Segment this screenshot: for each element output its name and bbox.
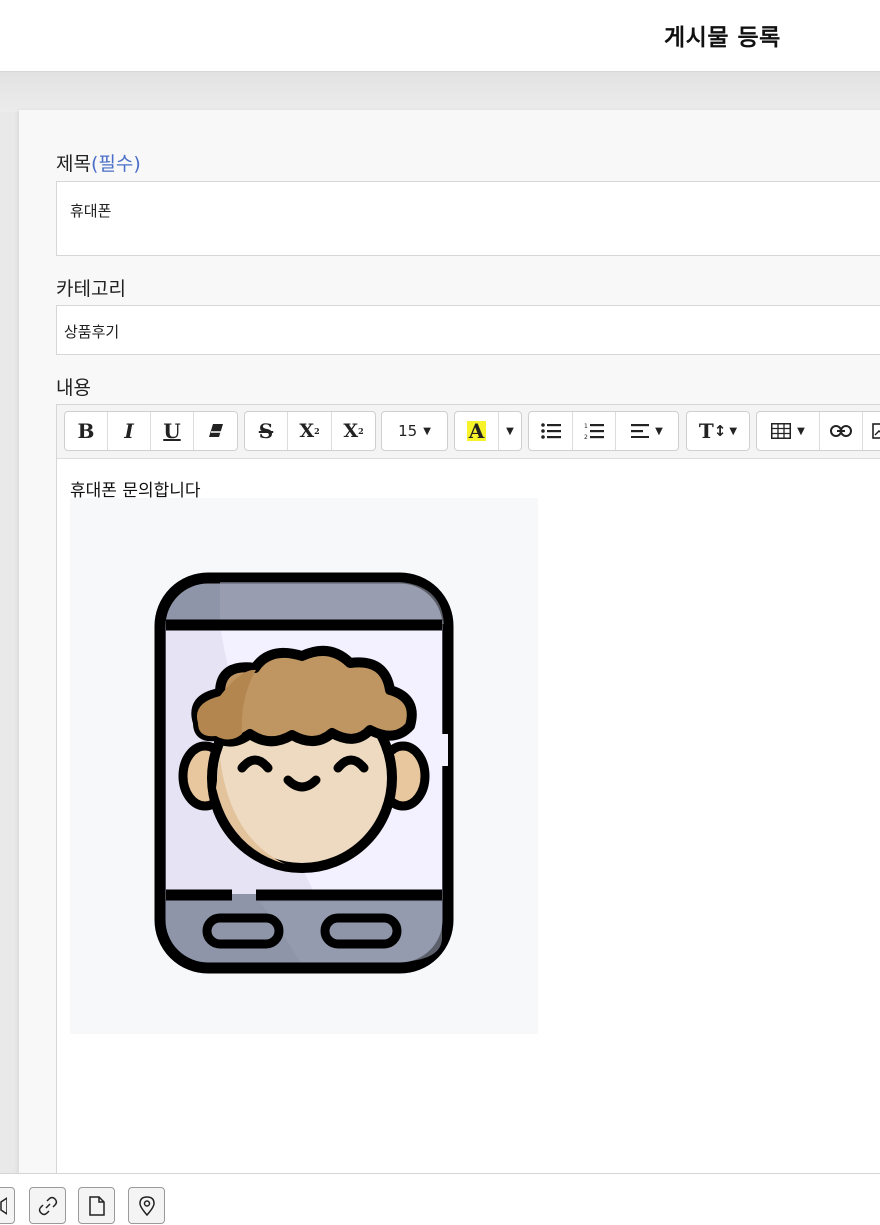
- editor-toolbar: B I U S X 2 X 2 15 ▼ A ▼ 1 2 ▼ T ↕ ▼ ▼: [57, 405, 880, 459]
- superscript-icon: X: [299, 420, 315, 442]
- category-label: 카테고리: [56, 278, 126, 300]
- location-pin-icon: [138, 1195, 155, 1216]
- superscript-button[interactable]: X2: [288, 412, 332, 450]
- svg-text:1: 1: [584, 423, 588, 430]
- subscript-button[interactable]: X2: [332, 412, 375, 450]
- link-icon: [830, 425, 852, 437]
- page-title: 게시물 등록: [664, 25, 781, 51]
- audio-icon: [0, 1196, 7, 1215]
- font-size-value: 15: [398, 422, 418, 440]
- italic-icon: I: [124, 419, 134, 443]
- bold-button[interactable]: B: [65, 412, 108, 450]
- insert-group: ▼: [756, 411, 880, 451]
- content-label: 내용: [56, 377, 91, 399]
- format-group: B I U: [64, 411, 238, 451]
- title-input-value: 휴대폰: [70, 202, 112, 220]
- image-button[interactable]: [863, 412, 880, 450]
- italic-button[interactable]: I: [108, 412, 151, 450]
- attach-file-button[interactable]: [78, 1187, 115, 1224]
- category-select[interactable]: 상품후기: [56, 305, 880, 355]
- title-label-text: 제목: [56, 153, 91, 175]
- table-icon: [771, 423, 792, 439]
- chevron-down-icon: ▼: [423, 425, 431, 437]
- page-header: 게시물 등록: [0, 0, 880, 72]
- subscript-icon: X: [343, 420, 359, 442]
- table-button[interactable]: ▼: [757, 412, 820, 450]
- bold-icon: B: [77, 419, 95, 443]
- text-size-icon: T: [698, 419, 714, 443]
- rich-text-editor: B I U S X 2 X 2 15 ▼ A ▼ 1 2 ▼ T ↕ ▼ ▼ 휴…: [56, 404, 880, 1194]
- font-color-group: A ▼: [454, 411, 522, 451]
- bullet-list-button[interactable]: [529, 412, 573, 450]
- link-button[interactable]: [820, 412, 863, 450]
- attachment-bar: [0, 1173, 880, 1225]
- numbered-list-icon: 1 2: [584, 423, 604, 440]
- align-select[interactable]: ▼: [616, 412, 678, 450]
- audio-button[interactable]: [0, 1187, 15, 1224]
- underline-icon: U: [163, 419, 181, 443]
- line-height-select[interactable]: T ↕ ▼: [687, 412, 749, 450]
- align-icon: [631, 424, 650, 438]
- bullet-list-icon: [540, 423, 561, 439]
- required-marker: (필수): [90, 153, 141, 175]
- font-color-icon: A: [466, 419, 487, 443]
- inserted-image[interactable]: [70, 498, 538, 1034]
- category-select-value: 상품후기: [64, 323, 120, 341]
- eraser-icon: [208, 424, 223, 437]
- chevron-down-icon: ▼: [506, 425, 514, 437]
- image-icon: [872, 423, 880, 439]
- header-spacer: [0, 72, 880, 112]
- attach-location-button[interactable]: [128, 1187, 165, 1224]
- post-register-page: 게시물 등록 제목(필수) 휴대폰 카테고리 상품후기 내용 B I U S X…: [0, 0, 880, 1225]
- script-group: S X2 X2: [244, 411, 376, 451]
- link-icon: [38, 1196, 57, 1215]
- numbered-list-button[interactable]: 1 2: [573, 412, 616, 450]
- font-color-dropdown[interactable]: ▼: [499, 412, 521, 450]
- strikethrough-icon: S: [258, 419, 274, 443]
- clear-format-button[interactable]: [194, 412, 237, 450]
- phone-character-image: [154, 572, 454, 974]
- font-size-group: 15 ▼: [381, 411, 448, 451]
- text-size-group: T ↕ ▼: [686, 411, 750, 451]
- underline-button[interactable]: U: [151, 412, 194, 450]
- attach-link-button[interactable]: [29, 1187, 66, 1224]
- strikethrough-button[interactable]: S: [245, 412, 288, 450]
- list-group: 1 2 ▼: [528, 411, 679, 451]
- chevron-down-icon: ▼: [729, 425, 738, 437]
- title-label: 제목(필수): [56, 149, 141, 176]
- file-icon: [88, 1195, 105, 1216]
- font-size-select[interactable]: 15 ▼: [382, 412, 447, 450]
- title-input[interactable]: 휴대폰: [56, 181, 880, 256]
- chevron-down-icon: ▼: [655, 425, 663, 437]
- font-color-button[interactable]: A: [455, 412, 499, 450]
- vertical-arrow-icon: ↕: [713, 422, 727, 440]
- svg-text:2: 2: [584, 434, 588, 440]
- chevron-down-icon: ▼: [797, 425, 805, 437]
